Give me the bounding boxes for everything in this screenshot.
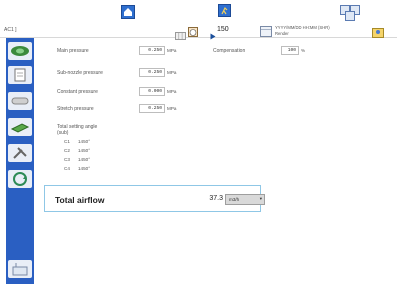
total-airflow-title: Total airflow bbox=[55, 195, 105, 205]
constant-pressure-label: Constant pressure bbox=[57, 89, 98, 95]
main-pressure-field[interactable]: 0.250 bbox=[139, 46, 165, 55]
angle-row-label: C2 bbox=[64, 148, 70, 153]
angle-row-label: C1 bbox=[64, 139, 70, 144]
sub-nozzle-pressure-field[interactable]: 0.250 bbox=[139, 68, 165, 77]
sidebar bbox=[6, 38, 34, 284]
nozzle-icon bbox=[10, 123, 30, 133]
airflow-unit-value: m3/h bbox=[229, 197, 240, 202]
constant-pressure-field[interactable]: 0.000 bbox=[139, 87, 165, 96]
running-operator-icon[interactable] bbox=[218, 4, 231, 22]
angle-row-value: 1450° bbox=[78, 157, 91, 162]
main-pressure-unit: MPa bbox=[167, 48, 177, 53]
setting-angle-subtitle: (sub) bbox=[57, 130, 69, 136]
pipe-icon bbox=[11, 97, 29, 105]
sidebar-item-maintenance[interactable] bbox=[8, 144, 32, 162]
constant-pressure-unit: MPa bbox=[167, 89, 177, 94]
stretch-pressure-field[interactable]: 0.250 bbox=[139, 104, 165, 113]
wrench-tools-icon bbox=[13, 147, 27, 159]
total-airflow-panel: Total airflow 37.3 m3/h ▾ bbox=[44, 185, 265, 212]
datetime-display: YYYY/MM/DD HH:MM (SHR) Render bbox=[275, 25, 330, 37]
angle-row-label: C4 bbox=[64, 166, 70, 171]
document-icon bbox=[14, 68, 26, 82]
home-icon[interactable] bbox=[121, 5, 135, 24]
angle-row-label: C3 bbox=[64, 157, 70, 162]
compensation-field[interactable]: 100 bbox=[281, 46, 299, 55]
sidebar-item-airflow[interactable] bbox=[8, 42, 32, 60]
sidebar-item-cycle[interactable] bbox=[8, 170, 32, 188]
network-devices-icon[interactable] bbox=[340, 5, 360, 26]
main-pressure-label: Main pressure bbox=[57, 48, 89, 54]
airflow-settings-panel: Main pressure 0.250 MPa Compensation 100… bbox=[34, 38, 397, 284]
sidebar-item-loom[interactable] bbox=[8, 260, 32, 278]
compensation-unit: % bbox=[301, 48, 306, 53]
total-airflow-value: 37.3 bbox=[209, 195, 223, 202]
stretch-pressure-label: Stretch pressure bbox=[57, 106, 94, 112]
stretch-pressure-unit: MPa bbox=[167, 106, 177, 111]
screen-id: AC1 ] bbox=[4, 27, 17, 33]
compensation-label: Compensation bbox=[213, 48, 246, 54]
sub-nozzle-pressure-label: Sub-nozzle pressure bbox=[57, 70, 103, 76]
sidebar-item-nozzle[interactable] bbox=[8, 118, 32, 136]
top-bar: AC1 ] 150 YYYY/MM/DD HH:MM (SHR) Render bbox=[0, 0, 397, 40]
angle-row-value: 1450° bbox=[78, 139, 91, 144]
chevron-down-icon: ▾ bbox=[259, 196, 262, 201]
mode-line: Render bbox=[275, 31, 289, 36]
speed-value: 150 bbox=[217, 26, 229, 33]
loom-machine-icon bbox=[12, 263, 28, 276]
sidebar-item-pipe[interactable] bbox=[8, 92, 32, 110]
sidebar-item-document[interactable] bbox=[8, 66, 32, 84]
airflow-unit-select[interactable]: m3/h ▾ bbox=[225, 194, 265, 205]
cycle-arrow-icon bbox=[13, 172, 27, 186]
sub-nozzle-pressure-unit: MPa bbox=[167, 70, 177, 75]
airflow-fan-icon bbox=[11, 46, 29, 56]
angle-row-value: 1450° bbox=[78, 166, 91, 171]
angle-row-value: 1450° bbox=[78, 148, 91, 153]
